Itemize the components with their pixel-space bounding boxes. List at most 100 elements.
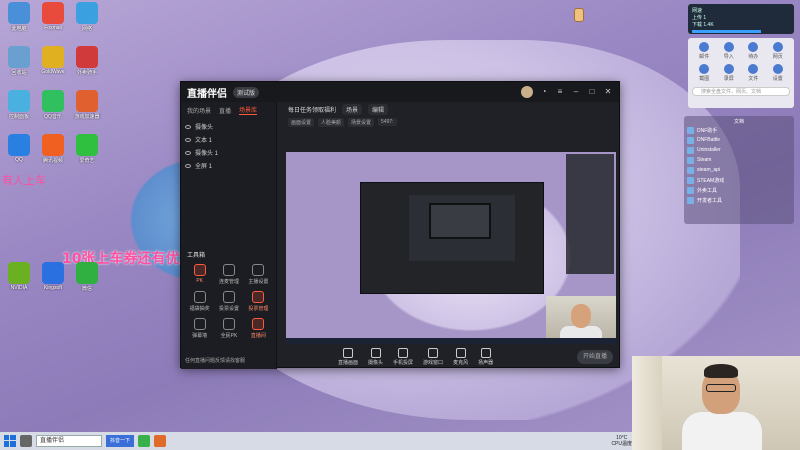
toolbox-item[interactable]: 投票管理 — [244, 291, 273, 312]
desktop-icon[interactable]: Kingsoft — [38, 262, 68, 291]
desktop-icon[interactable]: NVIDIA — [4, 262, 34, 291]
quick-search-input[interactable]: 搜索全盘文件、网页、文档 — [692, 87, 790, 96]
tab-scene-library[interactable]: 场景库 — [239, 105, 258, 115]
toolbox-item[interactable]: 弹幕墙 — [185, 318, 214, 339]
file-row[interactable]: DNF助手 — [687, 125, 791, 135]
file-row[interactable]: steam_api — [687, 165, 791, 175]
desktop-icon[interactable]: QQ — [4, 134, 34, 163]
browser-icon[interactable] — [138, 435, 151, 447]
desktop-icon[interactable]: QQ音乐 — [38, 90, 68, 120]
quick-launch-grid: 邮件 导入 待办 网页截图 录屏 文件 设置 — [692, 42, 790, 82]
quick-launch-item[interactable]: 录屏 — [717, 64, 742, 82]
eye-icon[interactable] — [185, 163, 191, 168]
scene-pill[interactable]: 场景 — [342, 103, 363, 115]
desktop-icon-label: 外卖骑手 — [76, 70, 97, 76]
toolbox-item[interactable]: 直播间 — [244, 318, 273, 339]
bell-icon[interactable]: ◔ — [539, 87, 549, 97]
quick-launch-item[interactable]: 待办 — [741, 42, 766, 60]
desktop-icon[interactable]: 爱奇艺 — [72, 134, 102, 164]
source-button[interactable]: 手机投屏 — [393, 347, 413, 366]
daily-task-link[interactable]: 每日任务领取福利 — [288, 105, 336, 114]
layer-item[interactable]: 摄像头 — [185, 120, 272, 133]
toolbox-item[interactable]: PK — [185, 264, 214, 285]
avatar[interactable] — [521, 86, 533, 98]
toolbox-item-label: 弹幕墙 — [192, 333, 208, 339]
quick-launch-item[interactable]: 文件 — [741, 64, 766, 82]
toolbox-item[interactable]: 主播设置 — [244, 264, 273, 285]
webcam-overlay — [632, 356, 800, 450]
version-badge[interactable]: 测试版 — [233, 86, 260, 98]
maximize-icon[interactable]: □ — [587, 87, 597, 97]
windows-start-icon[interactable] — [4, 435, 16, 447]
sub-item[interactable]: 场景设置 — [348, 117, 375, 127]
live-preview[interactable] — [286, 152, 616, 344]
sub-item[interactable]: 5497: — [378, 118, 397, 126]
file-row[interactable]: STEAM游戏 — [687, 175, 791, 185]
file-icon — [687, 196, 694, 204]
app-icon — [8, 2, 30, 24]
source-label: 直播画面 — [338, 359, 359, 366]
desktop-icon[interactable]: 微信 — [72, 262, 102, 292]
toolbox-item-label: 全民PK — [220, 333, 238, 339]
quick-launch-icon — [748, 64, 759, 74]
app-icon — [8, 134, 30, 156]
file-icon — [687, 146, 694, 154]
toolbox-item[interactable]: 投票设置 — [214, 291, 243, 312]
task-view-icon[interactable] — [20, 435, 32, 447]
toolbox-item[interactable]: 全民PK — [214, 318, 243, 339]
app-footer-hint[interactable]: 任何直播问题反馈请找客服 — [181, 355, 277, 367]
menu-icon[interactable]: ≡ — [555, 87, 565, 97]
source-button[interactable]: 游戏窗口 — [423, 347, 443, 366]
tab-live[interactable]: 直播 — [219, 106, 231, 115]
preview-sub-bar: 画面设置 人脸美颜 场景设置 5497: — [278, 116, 621, 128]
source-button[interactable]: 摄像头 — [368, 347, 383, 366]
toolbox-item[interactable]: 连麦管理 — [214, 264, 243, 285]
file-name: STEAM游戏 — [697, 177, 725, 184]
eye-icon[interactable] — [185, 137, 191, 142]
toolbox-header: 工具箱 — [187, 253, 206, 259]
quick-launch-item[interactable]: 导入 — [717, 42, 742, 60]
toolbox-item-label: 直播间 — [250, 333, 266, 339]
desktop-icon[interactable]: GoldWave — [38, 46, 68, 75]
desktop-icon[interactable]: Foxmail — [38, 2, 68, 31]
edit-pill[interactable]: 编辑 — [368, 103, 389, 115]
desktop-icon[interactable]: 外卖骑手 — [72, 46, 102, 76]
file-row[interactable]: DNFBattle — [687, 135, 791, 145]
quick-launch-item[interactable]: 网页 — [766, 42, 791, 60]
file-row[interactable]: 开发者工具 — [687, 195, 791, 205]
desktop-icon[interactable]: 腾讯视频 — [38, 134, 68, 164]
minimize-icon[interactable]: – — [571, 87, 581, 97]
file-row[interactable]: Steam — [687, 155, 791, 165]
desktop-icon[interactable]: 网络 — [72, 2, 102, 32]
desktop-icon-label: QQ — [15, 157, 23, 163]
source-button[interactable]: 直播画面 — [338, 347, 359, 366]
sub-item[interactable]: 人脸美颜 — [318, 117, 345, 127]
layer-item[interactable]: 摄像头 1 — [185, 146, 272, 159]
live-companion-taskbar-icon[interactable] — [154, 435, 167, 447]
toolbox-item-label: 投票管理 — [248, 306, 269, 312]
sub-item[interactable]: 画面设置 — [288, 117, 315, 127]
source-button[interactable]: 扬声器 — [478, 347, 493, 366]
close-icon[interactable]: ✕ — [603, 87, 613, 97]
eye-icon[interactable] — [185, 124, 191, 129]
layer-item[interactable]: 全屏 1 — [185, 159, 272, 172]
desktop-icon[interactable]: 回收站 — [4, 46, 34, 76]
desktop-icon[interactable]: 控制面板 — [4, 90, 34, 120]
file-row[interactable]: Uninstaller — [687, 145, 791, 155]
desktop-icon[interactable]: 游戏加速器 — [72, 90, 102, 120]
eye-icon[interactable] — [185, 150, 191, 155]
file-row[interactable]: 外卖工具 — [687, 185, 791, 195]
taskbar-app-button[interactable]: 抖音一下 — [106, 435, 135, 447]
taskbar-search[interactable]: 直播伴侣 — [36, 435, 102, 447]
desktop-icon[interactable]: 此电脑 — [4, 2, 34, 32]
network-line-2: 下载 1.4K — [692, 22, 714, 28]
layer-item[interactable]: 文本 1 — [185, 133, 272, 146]
quick-launch-item[interactable]: 邮件 — [692, 42, 717, 60]
quick-launch-icon — [748, 42, 759, 52]
quick-launch-item[interactable]: 设置 — [766, 64, 791, 82]
tab-my-scenes[interactable]: 我的场景 — [187, 106, 211, 115]
source-button[interactable]: 麦克风 — [453, 347, 468, 366]
start-live-button[interactable]: 开始直播 — [577, 350, 613, 364]
toolbox-item[interactable]: 福袋抽奖 — [185, 291, 214, 312]
quick-launch-item[interactable]: 截图 — [692, 64, 717, 82]
